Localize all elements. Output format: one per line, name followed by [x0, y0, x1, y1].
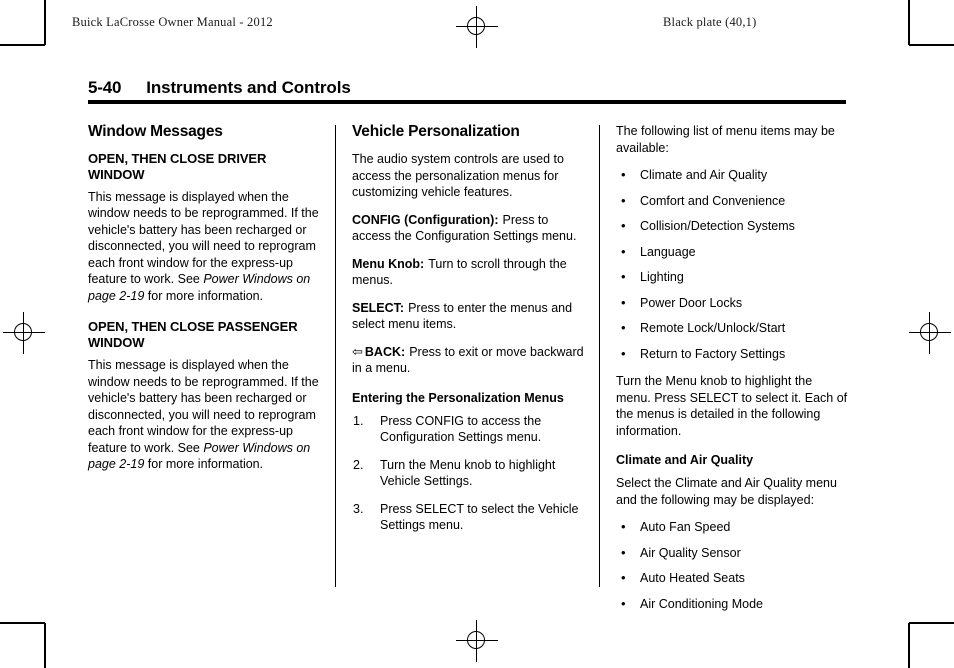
- list-item-label: Return to Factory Settings: [640, 346, 786, 361]
- bullet-icon: •: [621, 269, 626, 284]
- crop-mark-top-right-horizontal: [909, 44, 954, 46]
- definition-select: SELECT: Press to enter the menus and sele…: [352, 300, 584, 333]
- list-item: • Lighting: [616, 269, 848, 286]
- list-item-label: Power Door Locks: [640, 295, 743, 310]
- sub-heading-climate-and-air-quality: Climate and Air Quality: [616, 453, 754, 467]
- bullet-icon: •: [621, 345, 626, 361]
- column-2: Vehicle Personalization The audio system…: [352, 123, 584, 603]
- section-heading-vehicle-personalization: Vehicle Personalization: [352, 123, 520, 140]
- registration-mark-left: [3, 312, 45, 354]
- list-item-label: Remote Lock/Unlock/Start: [640, 321, 786, 335]
- list-item: • Auto Fan Speed: [616, 519, 848, 536]
- running-head-left: Buick LaCrosse Owner Manual - 2012: [72, 15, 273, 29]
- bullet-icon: •: [621, 570, 626, 585]
- paragraph-driver-window: This message is displayed when the windo…: [88, 189, 320, 305]
- bullet-icon: •: [621, 519, 626, 534]
- list-item-label: Climate and Air Quality: [640, 168, 768, 182]
- crop-mark-bottom-right-vertical: [908, 623, 910, 668]
- crop-mark-top-left-horizontal: [0, 44, 45, 46]
- list-item-label: Language: [640, 244, 696, 259]
- paragraph-menu-items-intro: The following list of menu items may be …: [616, 124, 835, 155]
- paragraph-passenger-window-text2: for more information.: [144, 457, 264, 472]
- list-item: • Collision/Detection Systems: [616, 218, 848, 235]
- step-number: 1.: [353, 413, 364, 428]
- sub-heading-open-close-driver-window: OPEN, THEN CLOSE DRIVER WINDOW: [88, 151, 267, 182]
- list-item: • Language: [616, 244, 848, 261]
- crop-mark-top-left-vertical: [44, 0, 46, 45]
- list-item: • Power Door Locks: [616, 295, 848, 312]
- list-item-label: Auto Fan Speed: [640, 520, 731, 534]
- list-item-label: Comfort and Convenience: [640, 193, 786, 208]
- crop-mark-bottom-left-vertical: [44, 623, 46, 668]
- list-item: • Air Quality Sensor: [616, 545, 848, 562]
- definition-config-term: CONFIG (Configuration):: [352, 212, 499, 227]
- minor-heading-entering-personalization-menus: Entering the Personalization Menus: [352, 390, 564, 405]
- column-1: Window Messages OPEN, THEN CLOSE DRIVER …: [88, 123, 320, 603]
- definition-back-term: BACK:: [364, 344, 406, 359]
- list-item-label: Auto Heated Seats: [640, 571, 745, 585]
- page-columns: Window Messages OPEN, THEN CLOSE DRIVER …: [88, 123, 848, 611]
- list-item-label: Lighting: [640, 270, 684, 284]
- numbered-steps-list: 1. Press CONFIG to access the Configurati…: [352, 413, 584, 534]
- page-number: 5-40: [88, 78, 122, 97]
- definition-select-term: SELECT:: [352, 300, 405, 315]
- section-heading-window-messages: Window Messages: [88, 123, 223, 140]
- column-divider-1: [335, 125, 336, 587]
- bullet-icon: •: [621, 218, 626, 233]
- list-item: 3. Press SELECT to select the Vehicle Set…: [352, 501, 584, 534]
- list-item: 1. Press CONFIG to access the Configurati…: [352, 413, 584, 446]
- bullet-icon: •: [621, 320, 626, 335]
- definition-menu-knob-term: Menu Knob:: [352, 256, 425, 271]
- column-gap-1: [320, 123, 352, 603]
- climate-items-list: • Auto Fan Speed • Air Quality Sensor • Aut…: [616, 519, 848, 612]
- back-arrow-icon: ⇦: [352, 343, 363, 359]
- list-item-label: Air Conditioning Mode: [640, 596, 763, 611]
- running-head-right: Black plate (40,1): [663, 15, 757, 29]
- bullet-icon: •: [621, 544, 626, 560]
- crop-mark-bottom-left-horizontal: [0, 622, 45, 624]
- list-item-label: Collision/Detection Systems: [640, 219, 795, 233]
- sub-heading-open-close-passenger-window: OPEN, THEN CLOSE PASSENGER WINDOW: [88, 319, 298, 350]
- list-item: • Remote Lock/Unlock/Start: [616, 320, 848, 337]
- step-number: 2.: [353, 457, 364, 472]
- bullet-icon: •: [621, 595, 626, 611]
- list-item-label: Air Quality Sensor: [640, 545, 741, 560]
- list-item: 2. Turn the Menu knob to highlight Vehicl…: [352, 457, 584, 490]
- step-text: Turn the Menu knob to highlight Vehicle …: [380, 457, 556, 489]
- bullet-icon: •: [621, 192, 626, 208]
- definition-menu-knob: Menu Knob: Turn to scroll through the men…: [352, 256, 584, 289]
- step-number: 3.: [353, 501, 364, 516]
- column-gap-2: [584, 123, 616, 603]
- list-item: • Climate and Air Quality: [616, 167, 848, 184]
- paragraph-personalization-intro: The audio system controls are used to ac…: [352, 152, 564, 200]
- step-text: Press CONFIG to access the Configuration…: [380, 413, 542, 445]
- registration-mark-right: [909, 312, 951, 354]
- list-item: • Return to Factory Settings: [616, 346, 848, 363]
- bullet-icon: •: [621, 167, 626, 182]
- paragraph-passenger-window: This message is displayed when the windo…: [88, 357, 320, 473]
- step-text: Press SELECT to select the Vehicle Setti…: [380, 501, 579, 533]
- crop-mark-top-right-vertical: [908, 0, 910, 45]
- definition-config: CONFIG (Configuration): Press to access t…: [352, 212, 584, 245]
- list-item: • Air Conditioning Mode: [616, 596, 848, 613]
- list-item: • Auto Heated Seats: [616, 570, 848, 587]
- paragraph-driver-window-text2: for more information.: [144, 288, 264, 303]
- bullet-icon: •: [621, 243, 626, 259]
- column-3: The following list of menu items may be …: [616, 123, 848, 611]
- column-divider-2: [599, 125, 600, 587]
- paragraph-climate-intro: Select the Climate and Air Quality menu …: [616, 476, 837, 507]
- title-rule: [88, 100, 846, 104]
- crop-mark-bottom-right-horizontal: [909, 622, 954, 624]
- paragraph-menu-navigation: Turn the Menu knob to highlight the menu…: [616, 374, 848, 438]
- page-title: Instruments and Controls: [146, 78, 351, 97]
- page-title-row: 5-40 Instruments and Controls: [88, 78, 846, 98]
- menu-items-list: • Climate and Air Quality • Comfort and Co…: [616, 167, 848, 362]
- registration-mark-bottom: [456, 620, 498, 662]
- bullet-icon: •: [621, 294, 626, 310]
- registration-mark-top: [456, 6, 498, 48]
- definition-back: ⇦ BACK: Press to exit or move backward in …: [352, 344, 584, 377]
- list-item: • Comfort and Convenience: [616, 193, 848, 210]
